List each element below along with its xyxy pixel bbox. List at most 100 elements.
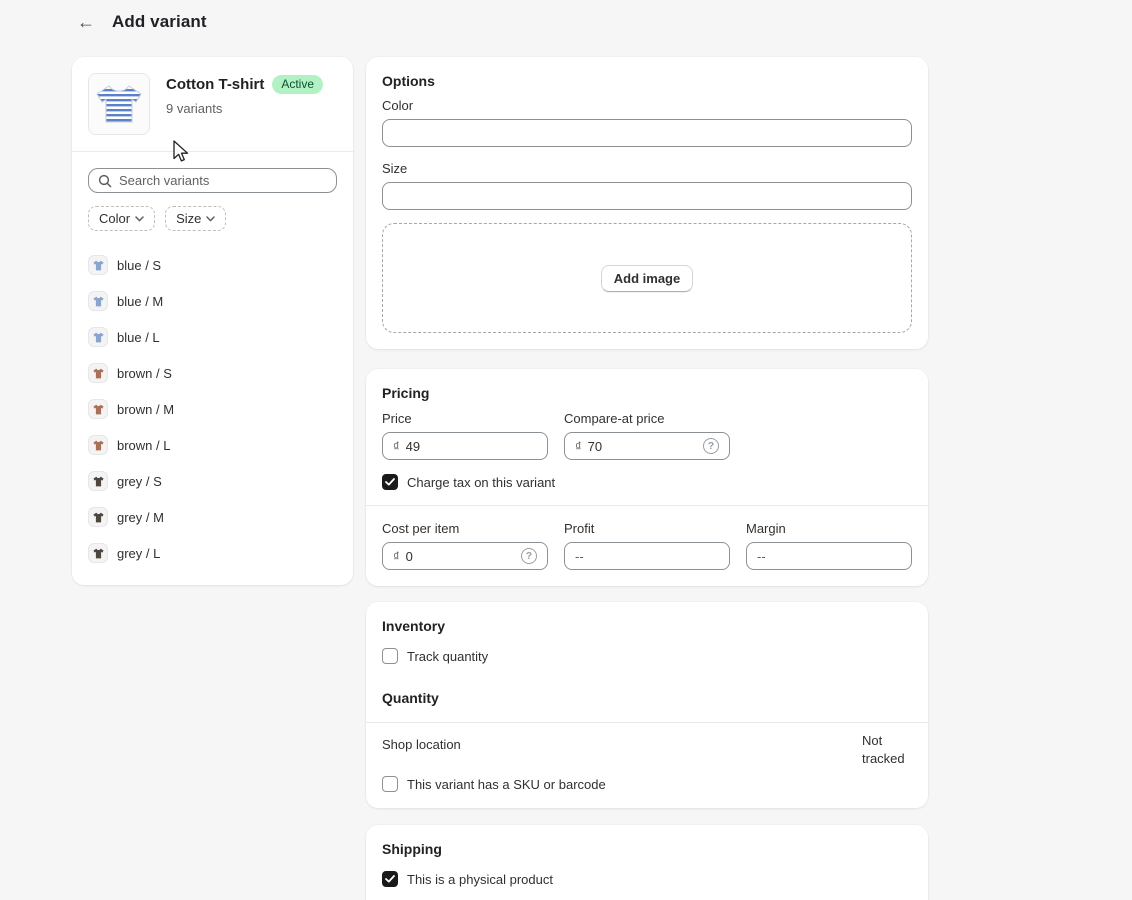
sku-label: This variant has a SKU or barcode — [407, 777, 606, 792]
variant-count: 9 variants — [166, 101, 323, 116]
variant-thumbnail — [88, 327, 108, 347]
option-size-input[interactable] — [393, 189, 901, 204]
variant-thumbnail — [88, 435, 108, 455]
status-badge: Active — [272, 75, 323, 94]
back-button[interactable]: ← — [72, 8, 100, 36]
option-size-label: Size — [382, 161, 912, 176]
profit-input[interactable] — [575, 549, 719, 564]
tshirt-icon — [92, 259, 105, 272]
variant-thumbnail — [88, 543, 108, 563]
shipping-card: Shipping This is a physical product Weig… — [366, 825, 928, 900]
cost-per-item-input[interactable] — [406, 549, 515, 564]
filter-size-label: Size — [176, 211, 201, 226]
filter-size-dropdown[interactable]: Size — [165, 206, 226, 231]
track-quantity-checkbox[interactable] — [382, 648, 398, 664]
physical-product-row[interactable]: This is a physical product — [382, 871, 912, 887]
page-header: ← Add variant — [72, 8, 207, 36]
shop-location-label: Shop location — [382, 737, 461, 752]
variant-list-item[interactable]: blue / S — [88, 247, 337, 283]
cost-per-item-label: Cost per item — [382, 521, 548, 536]
variant-list-item[interactable]: brown / M — [88, 391, 337, 427]
search-variants-input[interactable] — [119, 173, 327, 188]
physical-product-checkbox[interactable] — [382, 871, 398, 887]
product-summary[interactable]: Cotton T-shirt Active 9 variants — [72, 57, 353, 151]
sku-row[interactable]: This variant has a SKU or barcode — [382, 776, 912, 792]
charge-tax-checkbox[interactable] — [382, 474, 398, 490]
currency-symbol: ₫ — [575, 439, 582, 454]
variant-list-item[interactable]: grey / L — [88, 535, 337, 571]
variant-label: blue / S — [117, 258, 161, 273]
track-quantity-row[interactable]: Track quantity — [382, 648, 912, 664]
variant-list-item[interactable]: grey / M — [88, 499, 337, 535]
variant-list-item[interactable]: grey / S — [88, 463, 337, 499]
product-title: Cotton T-shirt — [166, 76, 264, 93]
search-icon — [98, 174, 112, 188]
tshirt-icon — [92, 367, 105, 380]
variant-thumbnail — [88, 471, 108, 491]
filter-color-dropdown[interactable]: Color — [88, 206, 155, 231]
image-dropzone[interactable]: Add image — [382, 223, 912, 333]
inventory-card: Inventory Track quantity Quantity Shop l… — [366, 602, 928, 808]
compare-at-price-input[interactable] — [588, 439, 697, 454]
search-variants-box — [88, 168, 337, 193]
shop-location-row: Shop location Not tracked — [382, 723, 912, 770]
charge-tax-label: Charge tax on this variant — [407, 475, 555, 490]
variant-list-item[interactable]: brown / S — [88, 355, 337, 391]
variant-sidebar-card: Cotton T-shirt Active 9 variants Color S… — [72, 57, 353, 585]
chevron-down-icon — [206, 216, 215, 222]
chevron-down-icon — [135, 216, 144, 222]
tshirt-icon — [92, 475, 105, 488]
price-input[interactable] — [406, 439, 537, 454]
variant-list: blue / S blue / M blue / L brown / S bro… — [72, 245, 353, 585]
variant-label: blue / L — [117, 330, 160, 345]
variant-list-item[interactable]: blue / M — [88, 283, 337, 319]
track-quantity-label: Track quantity — [407, 649, 488, 664]
variant-label: grey / S — [117, 474, 162, 489]
add-image-button[interactable]: Add image — [601, 265, 693, 292]
pricing-card: Pricing Price ₫ Compare-at price ₫ ? — [366, 369, 928, 586]
profit-label: Profit — [564, 521, 730, 536]
tshirt-icon — [92, 547, 105, 560]
variant-thumbnail — [88, 291, 108, 311]
shipping-heading: Shipping — [382, 841, 912, 857]
variant-label: blue / M — [117, 294, 163, 309]
variant-detail-column: Options Color Size Add image Pricing Pri… — [366, 57, 928, 900]
filter-color-label: Color — [99, 211, 130, 226]
help-question-icon[interactable]: ? — [521, 548, 537, 564]
product-image — [88, 73, 150, 135]
tshirt-icon — [92, 331, 105, 344]
tshirt-icon — [92, 511, 105, 524]
variant-label: brown / S — [117, 366, 172, 381]
help-question-icon[interactable]: ? — [703, 438, 719, 454]
option-color-input[interactable] — [393, 126, 901, 141]
location-tracking-status: Not tracked — [862, 732, 912, 768]
variant-label: grey / M — [117, 510, 164, 525]
tshirt-icon — [92, 439, 105, 452]
pricing-heading: Pricing — [382, 385, 912, 401]
tshirt-icon — [92, 403, 105, 416]
checkmark-icon — [385, 875, 395, 883]
arrow-left-icon: ← — [77, 12, 95, 32]
quantity-heading: Quantity — [382, 690, 912, 706]
variant-thumbnail — [88, 507, 108, 527]
tshirt-icon — [92, 295, 105, 308]
option-color-label: Color — [382, 98, 912, 113]
variant-label: brown / M — [117, 402, 174, 417]
variant-list-item[interactable]: brown / L — [88, 427, 337, 463]
checkmark-icon — [385, 478, 395, 486]
margin-input[interactable] — [757, 549, 901, 564]
variant-thumbnail — [88, 399, 108, 419]
price-label: Price — [382, 411, 548, 426]
variant-label: brown / L — [117, 438, 170, 453]
variant-thumbnail — [88, 363, 108, 383]
variant-thumbnail — [88, 255, 108, 275]
charge-tax-row[interactable]: Charge tax on this variant — [382, 474, 912, 490]
inventory-heading: Inventory — [382, 618, 912, 634]
divider — [366, 505, 928, 506]
options-card: Options Color Size Add image — [366, 57, 928, 349]
variant-list-item[interactable]: blue / L — [88, 319, 337, 355]
currency-symbol: ₫ — [393, 549, 400, 564]
sku-checkbox[interactable] — [382, 776, 398, 792]
variant-label: grey / L — [117, 546, 160, 561]
currency-symbol: ₫ — [393, 439, 400, 454]
